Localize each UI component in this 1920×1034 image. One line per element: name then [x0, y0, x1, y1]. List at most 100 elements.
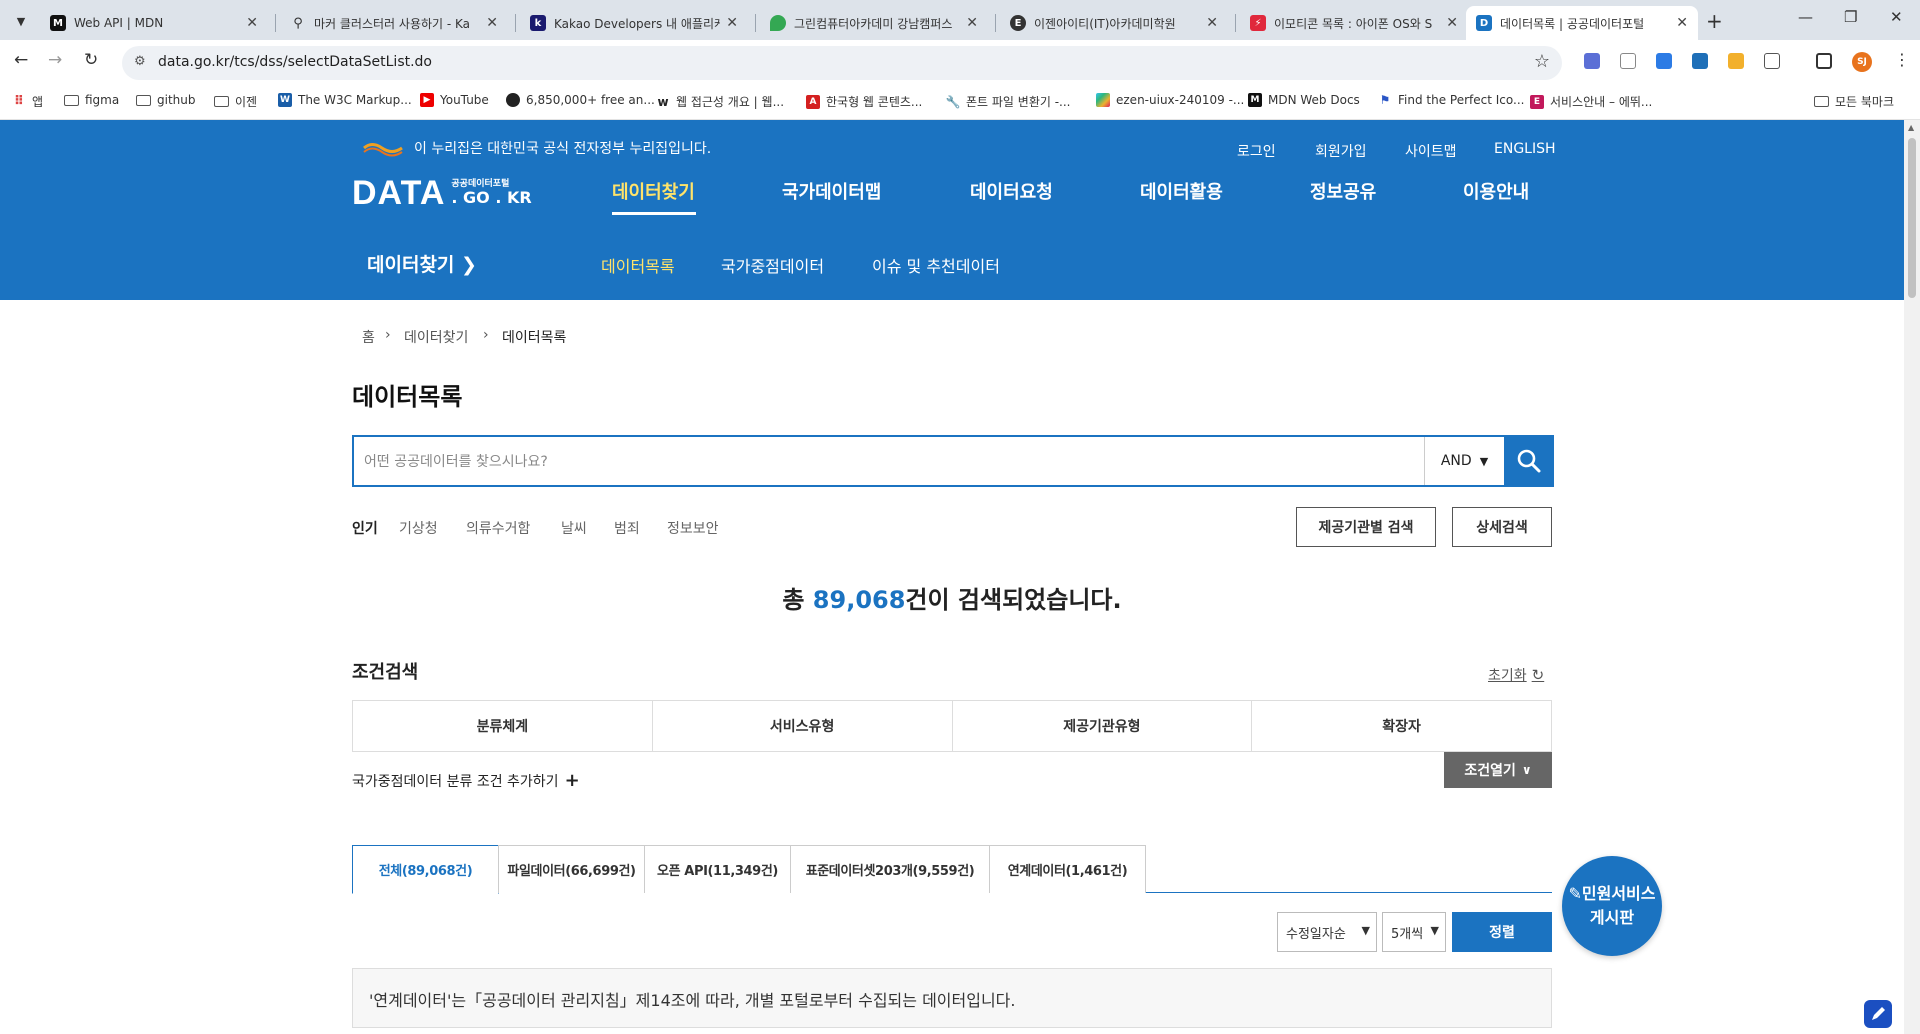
minimize-icon[interactable]: —: [1798, 8, 1813, 26]
site-logo[interactable]: DATA 공공데이터포털 . GO . KR: [352, 174, 532, 213]
breadcrumb-home[interactable]: 홈: [362, 327, 375, 347]
extension-icon[interactable]: [1584, 53, 1600, 69]
gnb-data-usage[interactable]: 데이터활용: [1140, 178, 1223, 204]
gnb-find-data[interactable]: 데이터찾기: [612, 178, 695, 204]
bookmark-item[interactable]: ⚑ Find the Perfect Ico...: [1378, 93, 1525, 107]
close-tab-icon[interactable]: ✕: [246, 15, 258, 31]
search-button[interactable]: [1504, 435, 1554, 487]
reload-icon[interactable]: ↻: [84, 50, 98, 70]
bookmark-label: 6,850,000+ free an...: [526, 93, 655, 107]
tab-open-api[interactable]: 오픈 API(11,349건): [644, 845, 791, 893]
close-tab-icon[interactable]: ✕: [966, 15, 978, 31]
gnb-guide[interactable]: 이용안내: [1463, 178, 1529, 204]
back-arrow-icon[interactable]: ←: [14, 50, 28, 70]
bookmark-item[interactable]: ezen-uiux-240109 -...: [1096, 93, 1244, 107]
lnb-data-list[interactable]: 데이터목록: [601, 253, 675, 277]
edit-pen-icon[interactable]: [1864, 1000, 1892, 1028]
reset-button[interactable]: 초기화 ↻: [1488, 665, 1544, 685]
keyword-link[interactable]: 범죄: [614, 518, 640, 538]
close-tab-icon[interactable]: ✕: [726, 15, 738, 31]
section-title[interactable]: 데이터찾기 ❯: [367, 250, 477, 277]
scroll-up-icon[interactable]: ▲: [1908, 123, 1914, 132]
tab-linked-data[interactable]: 연계데이터(1,461건): [989, 845, 1146, 893]
sitemap-link[interactable]: 사이트맵: [1405, 141, 1457, 161]
address-bar[interactable]: ⚙ data.go.kr/tcs/dss/selectDataSetList.d…: [122, 46, 1562, 80]
bookmark-folder[interactable]: 이젠: [214, 93, 257, 110]
login-link[interactable]: 로그인: [1237, 141, 1276, 161]
keyword-link[interactable]: 정보보안: [667, 518, 719, 538]
bookmark-item[interactable]: A 한국형 웹 콘텐츠...: [806, 93, 922, 110]
gnb-info-share[interactable]: 정보공유: [1310, 178, 1376, 204]
browser-tab[interactable]: M Web API | MDN ✕: [40, 6, 268, 40]
operator-select[interactable]: AND ▼: [1424, 437, 1504, 485]
profile-avatar[interactable]: SJ: [1852, 52, 1872, 72]
browser-tab[interactable]: E 이젠아이티(IT)아카데미학원 ✕: [1000, 6, 1228, 40]
extension-icon[interactable]: [1656, 53, 1672, 69]
bookmark-label: 앱: [32, 95, 44, 109]
keyword-link[interactable]: 날씨: [561, 518, 587, 538]
browser-tab[interactable]: 그린컴퓨터아카데미 강남캠퍼스 ✕: [760, 6, 988, 40]
sort-button[interactable]: 정렬: [1452, 912, 1552, 952]
web-icon: w: [657, 94, 669, 109]
signup-link[interactable]: 회원가입: [1315, 141, 1367, 161]
forward-arrow-icon[interactable]: →: [48, 50, 62, 70]
condition-service-type[interactable]: 서비스유형: [653, 701, 953, 751]
lnb-issue-recommended[interactable]: 이슈 및 추천데이터: [872, 253, 1000, 277]
tab-all[interactable]: 전체(89,068건): [352, 845, 499, 894]
puzzle-icon[interactable]: [1764, 53, 1780, 69]
browser-tab[interactable]: k Kakao Developers 내 애플리케 ✕: [520, 6, 748, 40]
url-text[interactable]: data.go.kr/tcs/dss/selectDataSetList.do: [158, 54, 432, 70]
bookmark-item[interactable]: w 웹 접근성 개요 | 웹...: [656, 93, 784, 110]
condition-org-type[interactable]: 제공기관유형: [953, 701, 1253, 751]
close-tab-icon[interactable]: ✕: [1676, 15, 1688, 31]
sort-order-select[interactable]: 수정일자순 ▼: [1277, 912, 1377, 952]
english-link[interactable]: ENGLISH: [1494, 141, 1556, 157]
bookmark-item[interactable]: ▶ YouTube: [420, 93, 489, 107]
keyword-link[interactable]: 기상청: [399, 518, 438, 538]
all-bookmarks[interactable]: 모든 북마크: [1814, 93, 1894, 110]
close-tab-icon[interactable]: ✕: [1206, 15, 1218, 31]
browser-tab-active[interactable]: D 데이터목록 | 공공데이터포털 ✕: [1466, 6, 1698, 40]
per-page-select[interactable]: 5개씩 ▼: [1382, 912, 1446, 952]
bookmark-item[interactable]: W The W3C Markup...: [278, 93, 412, 107]
org-search-button[interactable]: 제공기관별 검색: [1296, 507, 1436, 547]
scrollbar-thumb[interactable]: [1908, 138, 1916, 298]
condition-category[interactable]: 분류체계: [353, 701, 653, 751]
tab-standard-dataset[interactable]: 표준데이터셋203개(9,559건): [790, 845, 990, 893]
keyword-link[interactable]: 의류수거함: [466, 518, 530, 538]
browser-tab[interactable]: ⚡ 이모티콘 목록 : 아이폰 OS와 S ✕: [1240, 6, 1468, 40]
extension-icon[interactable]: [1692, 53, 1708, 69]
search-input[interactable]: 어떤 공공데이터를 찾으시나요?: [364, 451, 548, 471]
bookmark-item[interactable]: 6,850,000+ free an...: [506, 93, 655, 107]
lnb-national-key-data[interactable]: 국가중점데이터: [721, 253, 824, 277]
gnb-data-request[interactable]: 데이터요청: [970, 178, 1053, 204]
side-panel-icon[interactable]: [1816, 53, 1832, 69]
browser-tab[interactable]: ⚲ 마커 클러스터러 사용하기 - Ka ✕: [280, 6, 508, 40]
breadcrumb-find-data[interactable]: 데이터찾기: [404, 327, 468, 347]
bookmark-item[interactable]: ⠿ 앱: [12, 93, 43, 110]
close-window-icon[interactable]: ✕: [1890, 8, 1903, 26]
gnb-national-data-map[interactable]: 국가데이터맵: [782, 178, 881, 204]
condition-extension[interactable]: 확장자: [1252, 701, 1551, 751]
bookmark-folder[interactable]: github: [136, 93, 195, 107]
phone-icon[interactable]: [1620, 53, 1636, 69]
page-scrollbar[interactable]: ▲: [1904, 120, 1920, 1034]
detail-search-button[interactable]: 상세검색: [1452, 507, 1552, 547]
bookmark-item[interactable]: 🔧 폰트 파일 변환기 -...: [946, 93, 1071, 110]
restore-icon[interactable]: ❐: [1844, 8, 1857, 26]
close-tab-icon[interactable]: ✕: [486, 15, 498, 31]
tab-search-chevron-icon[interactable]: ▼: [10, 10, 32, 32]
open-conditions-button[interactable]: 조건열기 ∨: [1444, 752, 1552, 788]
new-tab-plus-icon[interactable]: +: [1706, 9, 1723, 33]
site-info-icon[interactable]: ⚙: [134, 54, 146, 69]
tab-file-data[interactable]: 파일데이터(66,699건): [498, 845, 645, 893]
more-menu-icon[interactable]: ⋮: [1894, 50, 1910, 69]
bookmark-folder[interactable]: figma: [64, 93, 119, 107]
bookmark-star-icon[interactable]: ☆: [1534, 51, 1550, 72]
close-tab-icon[interactable]: ✕: [1446, 15, 1458, 31]
add-condition-link[interactable]: 국가중점데이터 분류 조건 추가하기 +: [352, 770, 580, 791]
extension-icon[interactable]: [1728, 53, 1744, 69]
bookmark-item[interactable]: M MDN Web Docs: [1248, 93, 1360, 107]
bookmark-item[interactable]: E 서비스안내 – 에뛰...: [1530, 93, 1652, 110]
civil-service-board-button[interactable]: ✎민원서비스 게시판: [1562, 856, 1662, 956]
